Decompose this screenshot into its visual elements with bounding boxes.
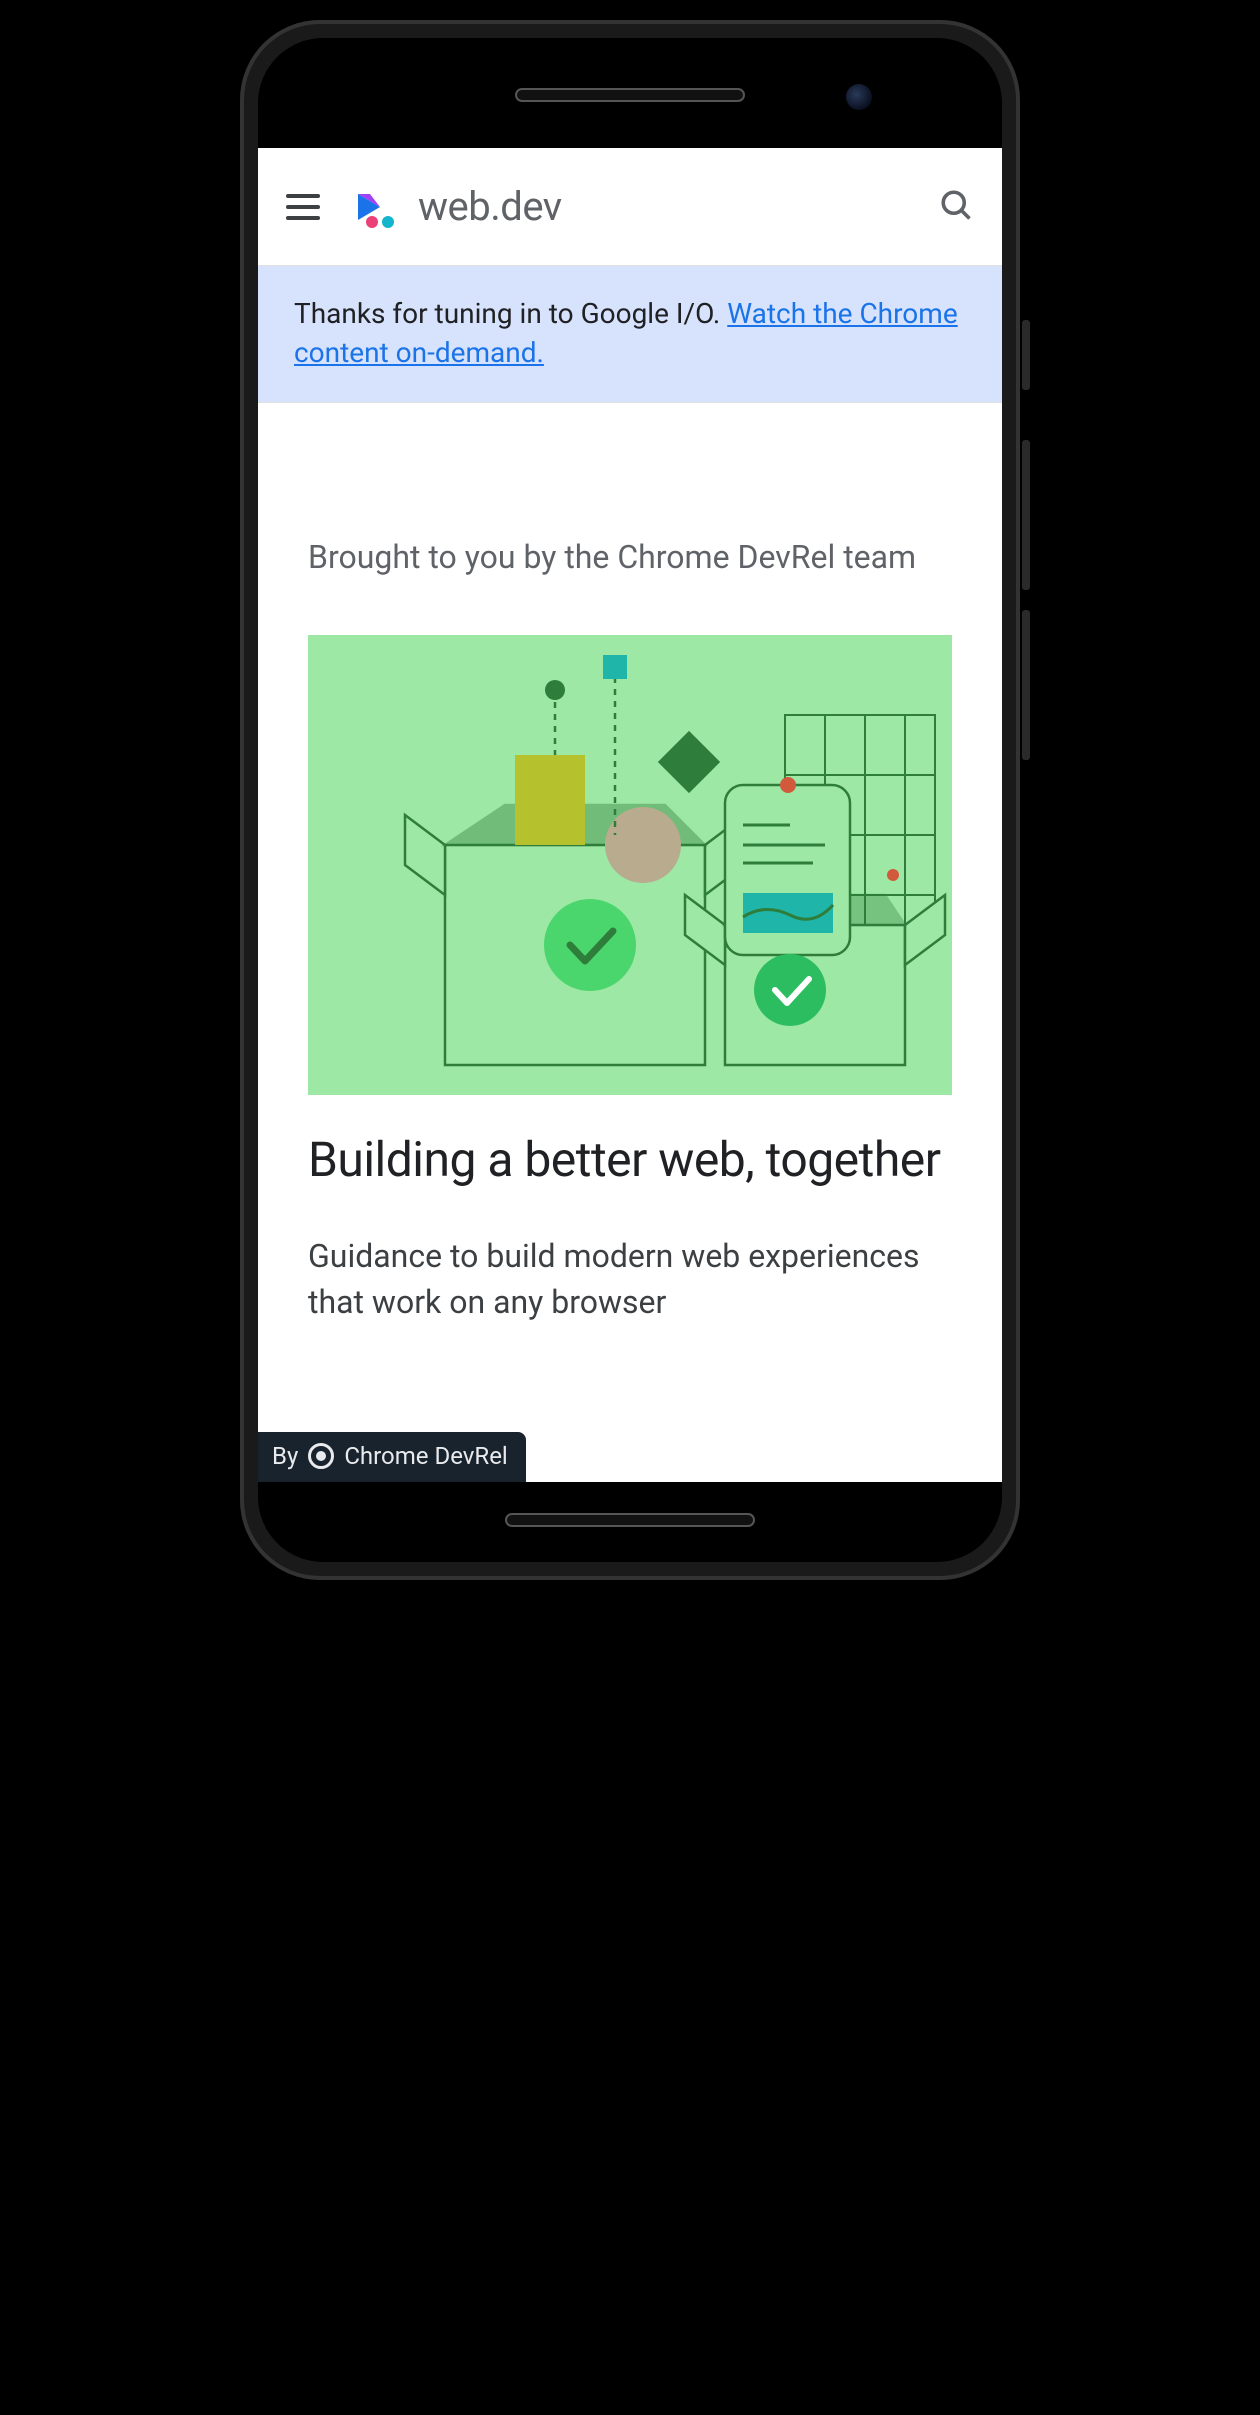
menu-button[interactable]	[286, 185, 330, 229]
phone-camera	[846, 84, 872, 110]
menu-icon	[286, 194, 320, 198]
hero-subtext: Guidance to build modern web experiences…	[308, 1233, 952, 1326]
menu-icon	[286, 216, 320, 220]
phone-frame: web.dev Thanks for tuning in to Google I…	[240, 20, 1020, 1580]
announcement-banner: Thanks for tuning in to Google I/O. Watc…	[258, 266, 1002, 403]
screen: web.dev Thanks for tuning in to Google I…	[258, 148, 1002, 1482]
chrome-icon	[308, 1443, 334, 1469]
phone-speaker	[515, 88, 745, 102]
webdev-logo-icon	[352, 182, 402, 232]
hero-kicker: Brought to you by the Chrome DevRel team	[308, 533, 952, 581]
menu-icon	[286, 205, 320, 209]
phone-bezel: web.dev Thanks for tuning in to Google I…	[258, 38, 1002, 1562]
top-bar: web.dev	[258, 148, 1002, 266]
site-title: web.dev	[418, 183, 562, 230]
hero-illustration	[308, 635, 952, 1095]
banner-text: Thanks for tuning in to Google I/O.	[294, 297, 727, 330]
badge-label: Chrome DevRel	[344, 1442, 507, 1470]
phone-side-button	[1022, 610, 1030, 760]
site-logo-link[interactable]: web.dev	[352, 182, 562, 232]
main-content: Brought to you by the Chrome DevRel team	[258, 403, 1002, 1325]
badge-prefix: By	[272, 1442, 298, 1470]
search-button[interactable]	[938, 187, 974, 227]
search-icon	[938, 187, 974, 223]
attribution-badge[interactable]: By Chrome DevRel	[258, 1432, 526, 1482]
phone-side-button	[1022, 440, 1030, 590]
phone-speaker-bottom	[505, 1513, 755, 1527]
hero-heading: Building a better web, together	[308, 1131, 952, 1189]
phone-side-button	[1022, 320, 1030, 390]
